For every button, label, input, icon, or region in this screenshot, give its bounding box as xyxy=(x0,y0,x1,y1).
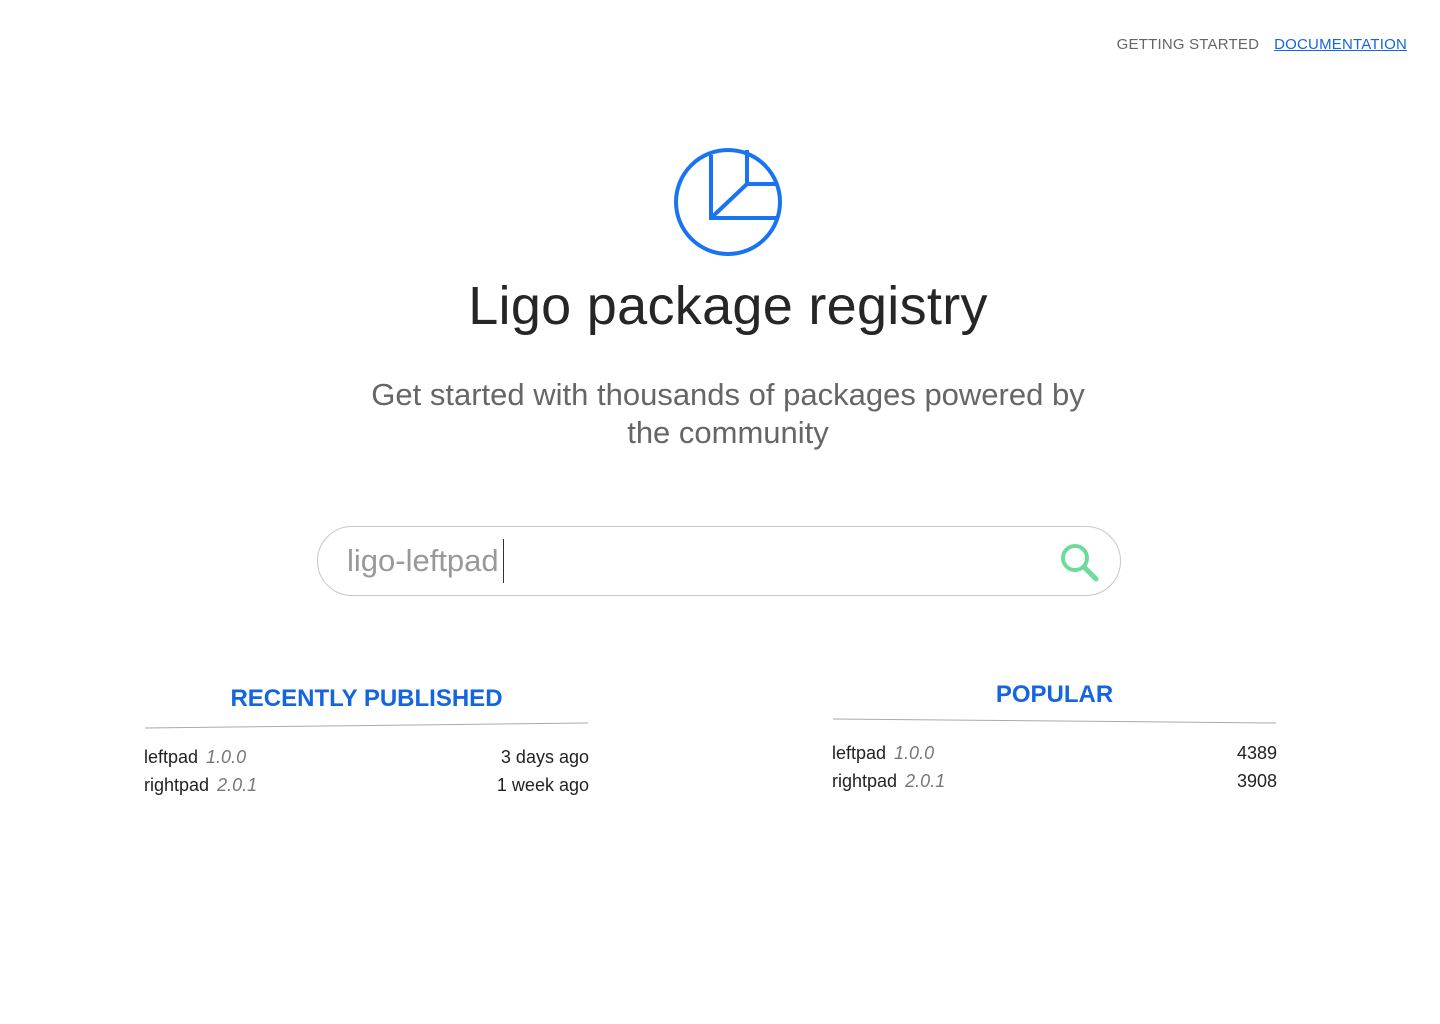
download-count: 4389 xyxy=(1236,743,1277,763)
popular-title: POPULAR xyxy=(995,681,1114,708)
list-item: leftpad 1.0.0 3 days ago xyxy=(144,743,589,771)
page-subtitle: Get started with thousands of packages p… xyxy=(371,377,1085,450)
recently-published-title: RECENTLY PUBLISHED xyxy=(230,685,503,712)
search-box: ligo-leftpad xyxy=(317,526,1121,596)
package-name: leftpad xyxy=(144,747,199,767)
search-input[interactable]: ligo-leftpad xyxy=(347,539,504,583)
search-icon[interactable] xyxy=(1058,541,1100,583)
package-name: rightpad xyxy=(144,775,210,795)
package-link[interactable]: leftpad 1.0.0 xyxy=(832,739,934,767)
package-name: rightpad xyxy=(832,771,898,791)
recently-published-panel: RECENTLY PUBLISHED leftpad 1.0.0 3 days … xyxy=(144,682,589,799)
divider xyxy=(144,722,589,729)
package-link[interactable]: rightpad 2.0.1 xyxy=(144,771,257,799)
published-time: 1 week ago xyxy=(496,775,589,795)
package-link[interactable]: rightpad 2.0.1 xyxy=(832,767,945,795)
package-version: 1.0.0 xyxy=(206,747,247,767)
text-caret xyxy=(502,539,504,583)
package-link[interactable]: leftpad 1.0.0 xyxy=(144,743,246,771)
top-nav: GETTING STARTED DOCUMENTATION xyxy=(1117,36,1407,53)
download-count: 3908 xyxy=(1236,771,1277,791)
list-item: rightpad 2.0.1 1 week ago xyxy=(144,771,589,799)
list-item: rightpad 2.0.1 3908 xyxy=(832,767,1277,795)
package-version: 2.0.1 xyxy=(217,775,258,795)
nav-documentation-link[interactable]: DOCUMENTATION xyxy=(1274,36,1407,53)
pie-chart-icon xyxy=(674,148,782,256)
page: GETTING STARTED DOCUMENTATION Ligo packa… xyxy=(0,0,1440,1024)
list-item: leftpad 1.0.0 4389 xyxy=(832,739,1277,767)
package-name: leftpad xyxy=(832,743,887,763)
package-version: 1.0.0 xyxy=(894,743,935,763)
published-time: 3 days ago xyxy=(500,747,589,767)
popular-list: leftpad 1.0.0 4389 rightpad 2.0.1 3908 xyxy=(832,739,1277,795)
nav-getting-started-link[interactable]: GETTING STARTED xyxy=(1117,36,1259,53)
popular-panel: POPULAR leftpad 1.0.0 4389 rightpad 2.0.… xyxy=(832,678,1277,795)
divider xyxy=(832,718,1277,724)
page-title: Ligo package registry xyxy=(468,276,988,336)
recently-published-list: leftpad 1.0.0 3 days ago rightpad 2.0.1 … xyxy=(144,743,589,799)
package-version: 2.0.1 xyxy=(905,771,946,791)
search-input-value: ligo-leftpad xyxy=(347,543,499,578)
